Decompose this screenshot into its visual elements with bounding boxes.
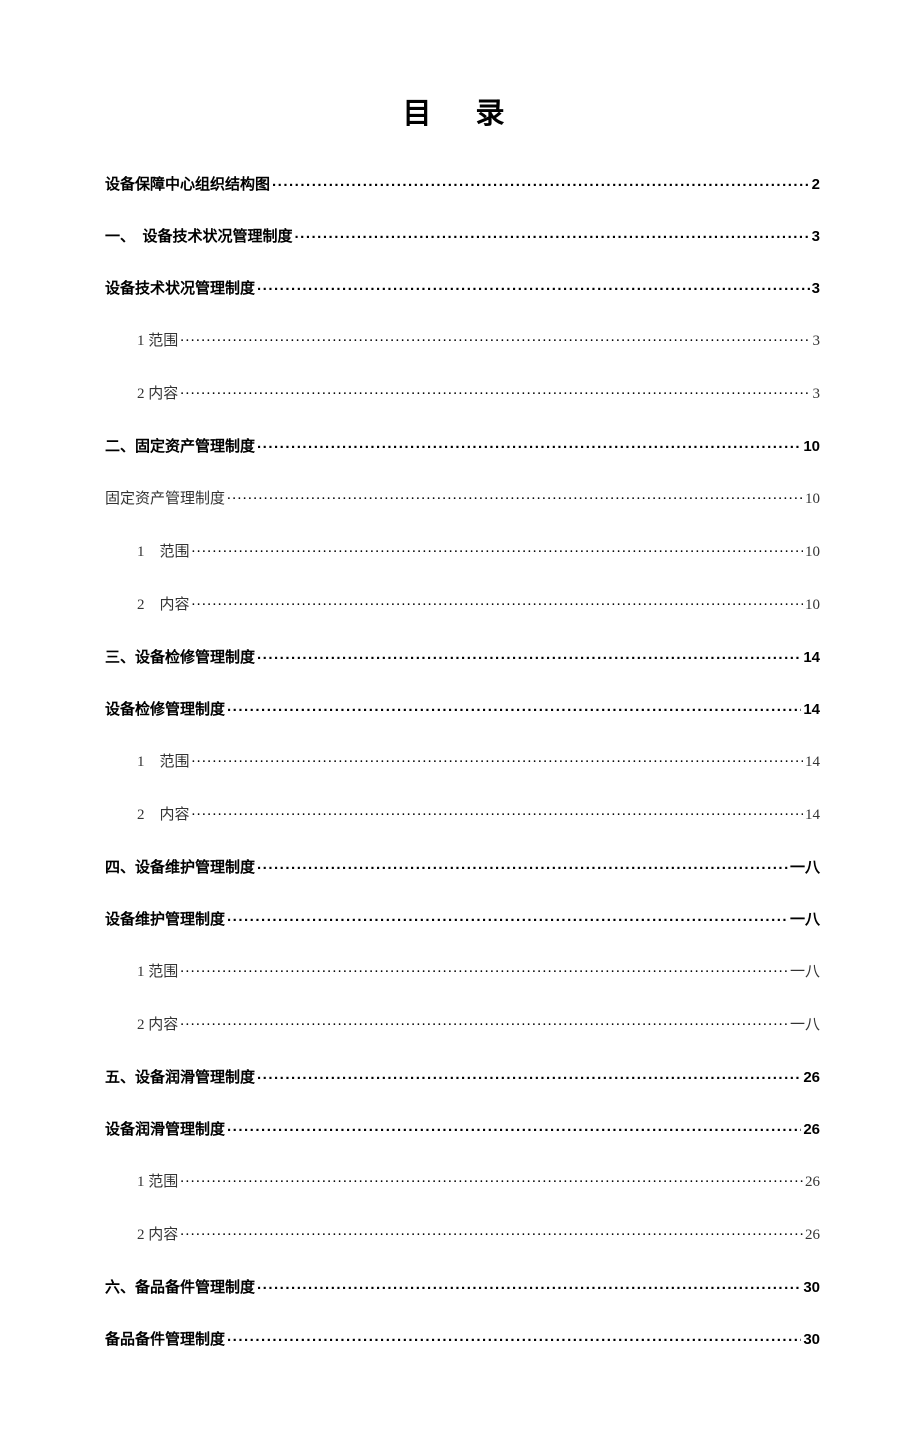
toc-leader-dots <box>257 647 801 662</box>
toc-leader-dots <box>180 1014 788 1029</box>
toc-leader-dots <box>180 383 810 398</box>
toc-entry-label: 固定资产管理制度 <box>105 492 225 507</box>
toc-entry-page: 3 <box>812 229 820 244</box>
toc-entry-page: 3 <box>813 334 821 349</box>
toc-leader-dots <box>227 909 788 924</box>
toc-leader-dots <box>257 436 801 451</box>
toc-leader-dots <box>180 330 810 345</box>
toc-entry-label: 四、设备维护管理制度 <box>105 860 255 875</box>
toc-entry-page: 10 <box>805 492 820 507</box>
toc-entry[interactable]: 设备润滑管理制度 26 <box>105 1119 820 1137</box>
toc-entry[interactable]: 设备维护管理制度 一八 <box>105 909 820 927</box>
toc-entry-label: 设备润滑管理制度 <box>105 1122 225 1137</box>
toc-entry-page: 10 <box>805 598 820 613</box>
toc-entry[interactable]: 1 范围 一八 <box>105 961 820 980</box>
toc-leader-dots <box>295 226 810 241</box>
toc-leader-dots <box>180 961 788 976</box>
toc-entry-page: 3 <box>813 387 821 402</box>
toc-leader-dots <box>227 1329 801 1344</box>
toc-entry-label: 1 范围 <box>105 755 190 770</box>
toc-entry-label: 1 范围 <box>105 965 178 980</box>
toc-entry-label: 六、备品备件管理制度 <box>105 1280 255 1295</box>
toc-entry-page: 10 <box>805 545 820 560</box>
toc-leader-dots <box>257 1277 801 1292</box>
toc-entry-page: 26 <box>805 1228 820 1243</box>
toc-leader-dots <box>257 1067 801 1082</box>
toc-leader-dots <box>192 804 803 819</box>
toc-entry[interactable]: 2 内容 一八 <box>105 1014 820 1033</box>
toc-entry[interactable]: 固定资产管理制度 10 <box>105 488 820 507</box>
toc-entry-page: 2 <box>812 177 820 192</box>
toc-entry-page: 一八 <box>790 912 820 927</box>
toc-leader-dots <box>192 541 803 556</box>
toc-leader-dots <box>192 751 803 766</box>
toc-entry[interactable]: 四、设备维护管理制度 一八 <box>105 857 820 875</box>
toc-leader-dots <box>180 1224 803 1239</box>
toc-entry[interactable]: 二、固定资产管理制度 10 <box>105 436 820 454</box>
toc-leader-dots <box>227 488 803 503</box>
toc-entry[interactable]: 设备技术状况管理制度 3 <box>105 278 820 296</box>
toc-entry-label: 二、固定资产管理制度 <box>105 439 255 454</box>
toc-entry-label: 1 范围 <box>105 334 178 349</box>
toc-leader-dots <box>257 857 788 872</box>
toc-entry[interactable]: 2 内容 14 <box>105 804 820 823</box>
toc-entry-label: 2 内容 <box>105 1228 178 1243</box>
toc-entry-label: 设备技术状况管理制度 <box>105 281 255 296</box>
toc-leader-dots <box>192 594 803 609</box>
toc-entry-page: 14 <box>803 702 820 717</box>
toc-entry-label: 2 内容 <box>105 598 190 613</box>
toc-leader-dots <box>257 278 810 293</box>
toc-entry-label: 五、设备润滑管理制度 <box>105 1070 255 1085</box>
toc-entry[interactable]: 一、 设备技术状况管理制度 3 <box>105 226 820 244</box>
toc-entry-page: 10 <box>803 439 820 454</box>
toc-leader-dots <box>227 699 801 714</box>
toc-entry[interactable]: 1 范围 14 <box>105 751 820 770</box>
toc-entry-page: 26 <box>805 1175 820 1190</box>
toc-entry-label: 2 内容 <box>105 808 190 823</box>
toc-leader-dots <box>272 174 810 189</box>
toc-entry-label: 2 内容 <box>105 1018 178 1033</box>
toc-entry[interactable]: 五、设备润滑管理制度 26 <box>105 1067 820 1085</box>
toc-entry[interactable]: 六、备品备件管理制度 30 <box>105 1277 820 1295</box>
toc-entry-label: 设备维护管理制度 <box>105 912 225 927</box>
toc-entry-page: 26 <box>803 1070 820 1085</box>
toc-entry-label: 1 范围 <box>105 545 190 560</box>
toc-entry[interactable]: 1 范围 26 <box>105 1171 820 1190</box>
toc-entry[interactable]: 1 范围 10 <box>105 541 820 560</box>
toc-entry-label: 设备检修管理制度 <box>105 702 225 717</box>
toc-entry-label: 1 范围 <box>105 1175 178 1190</box>
toc-entry[interactable]: 设备保障中心组织结构图 2 <box>105 174 820 192</box>
toc-entry[interactable]: 三、设备检修管理制度 14 <box>105 647 820 665</box>
toc-entry-page: 30 <box>803 1332 820 1347</box>
page-title: 目 录 <box>105 90 820 132</box>
toc-entry-label: 三、设备检修管理制度 <box>105 650 255 665</box>
toc-entry-page: 一八 <box>790 860 820 875</box>
toc-entry[interactable]: 2 内容 3 <box>105 383 820 402</box>
toc-entry-page: 14 <box>805 808 820 823</box>
toc-entry-label: 设备保障中心组织结构图 <box>105 177 270 192</box>
toc-entry-label: 一、 设备技术状况管理制度 <box>105 229 293 244</box>
toc-entry[interactable]: 1 范围 3 <box>105 330 820 349</box>
toc-entry-label: 2 内容 <box>105 387 178 402</box>
toc-entry-page: 3 <box>812 281 820 296</box>
toc-entry-page: 26 <box>803 1122 820 1137</box>
toc-entry[interactable]: 2 内容 26 <box>105 1224 820 1243</box>
toc-entry-page: 一八 <box>790 965 820 980</box>
toc-entry-page: 14 <box>805 755 820 770</box>
toc-entry[interactable]: 备品备件管理制度 30 <box>105 1329 820 1347</box>
toc-leader-dots <box>227 1119 801 1134</box>
toc-entry-label: 备品备件管理制度 <box>105 1332 225 1347</box>
toc-entry[interactable]: 设备检修管理制度 14 <box>105 699 820 717</box>
toc-entry[interactable]: 2 内容 10 <box>105 594 820 613</box>
toc-entry-page: 30 <box>803 1280 820 1295</box>
toc-entry-page: 一八 <box>790 1018 820 1033</box>
toc-leader-dots <box>180 1171 803 1186</box>
table-of-contents: 设备保障中心组织结构图2一、 设备技术状况管理制度3设备技术状况管理制度31 范… <box>105 174 820 1381</box>
toc-entry-page: 14 <box>803 650 820 665</box>
